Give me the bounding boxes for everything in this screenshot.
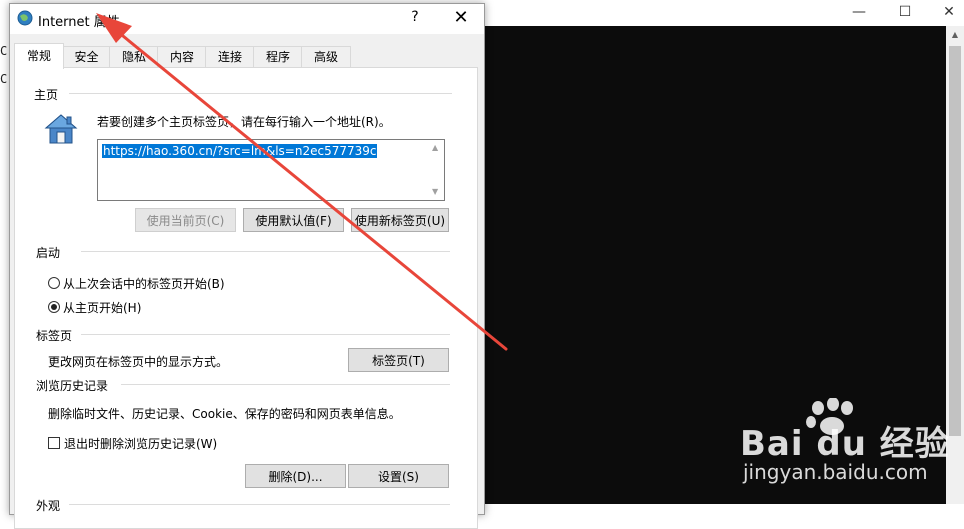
tab-general[interactable]: 常规 — [14, 43, 64, 69]
divider — [69, 504, 450, 505]
baidu-watermark-site: jingyan.baidu.com — [743, 460, 928, 484]
baidu-watermark-brand: Bai du 经验 — [740, 424, 950, 464]
